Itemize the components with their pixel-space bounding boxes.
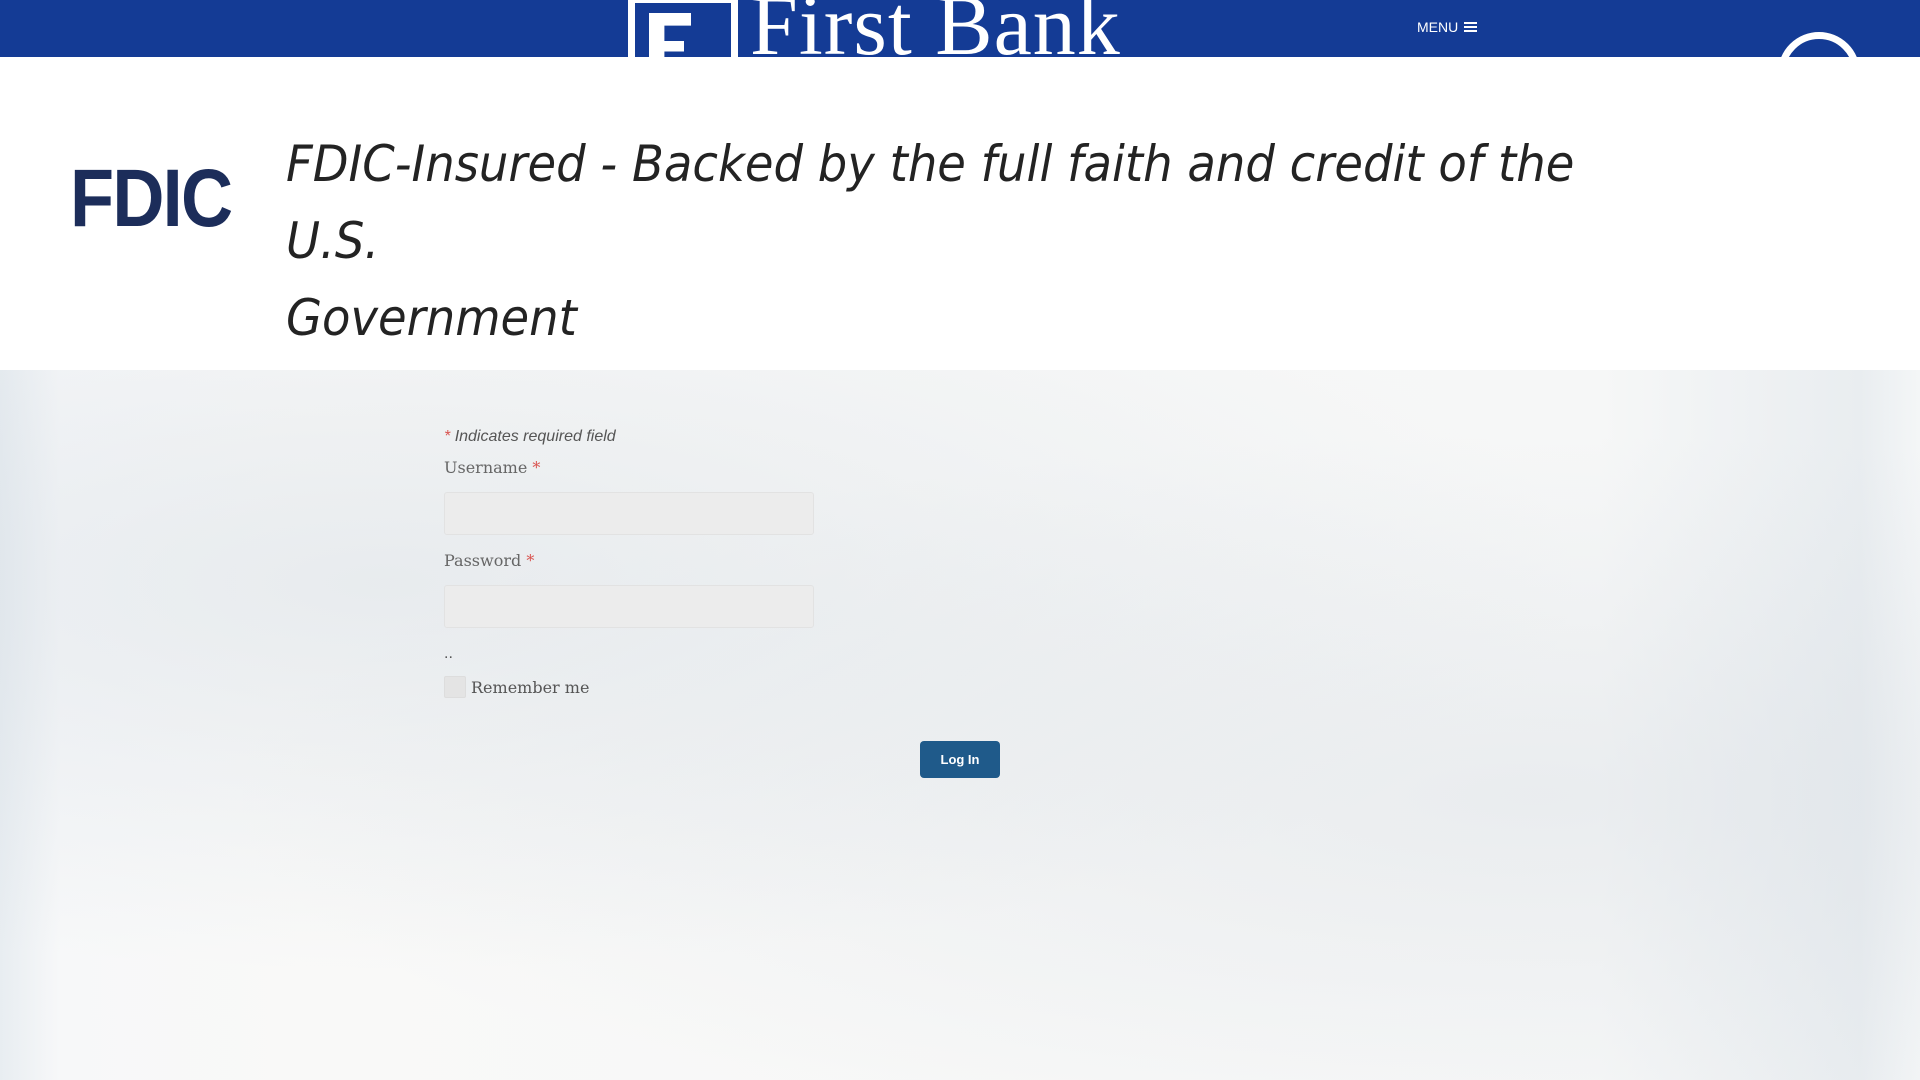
site-header: First Bank MENU	[0, 0, 1920, 57]
required-field-note: * Indicates required field	[444, 428, 814, 446]
remember-me-checkbox[interactable]	[444, 676, 466, 698]
menu-button[interactable]: MENU	[1417, 19, 1478, 35]
password-input[interactable]	[444, 585, 814, 628]
username-label-text: Username	[444, 458, 528, 477]
fdic-banner: FDIC FDIC-Insured - Backed by the full f…	[0, 120, 1920, 347]
dots-text: ..	[444, 645, 453, 662]
fdic-insured-statement: FDIC-Insured - Backed by the full faith …	[286, 126, 1588, 357]
fdic-statement-line1: FDIC-Insured - Backed by the full faith …	[286, 135, 1575, 270]
required-star: *	[444, 428, 451, 445]
hamburger-icon	[1464, 22, 1478, 32]
bank-logo[interactable]: First Bank	[628, 0, 1121, 57]
remember-me-row[interactable]: Remember me	[444, 676, 814, 698]
required-star: *	[526, 551, 535, 570]
login-button[interactable]: Log In	[920, 741, 1000, 778]
fdic-statement-line2: Government	[286, 289, 577, 347]
password-label-text: Password	[444, 551, 522, 570]
user-circle-icon[interactable]	[1778, 32, 1860, 57]
menu-label: MENU	[1417, 19, 1459, 35]
login-form: * Indicates required field Username * Pa…	[444, 428, 814, 698]
required-note-text: Indicates required field	[454, 428, 616, 445]
username-input[interactable]	[444, 492, 814, 535]
bank-logo-mark-icon	[628, 0, 738, 57]
required-star: *	[532, 458, 541, 477]
password-label: Password *	[444, 551, 814, 570]
username-label: Username *	[444, 458, 814, 477]
remember-me-label[interactable]: Remember me	[471, 678, 589, 697]
fdic-logo: FDIC	[70, 153, 233, 244]
bank-name: First Bank	[750, 0, 1121, 57]
login-section: * Indicates required field Username * Pa…	[0, 370, 1920, 1080]
